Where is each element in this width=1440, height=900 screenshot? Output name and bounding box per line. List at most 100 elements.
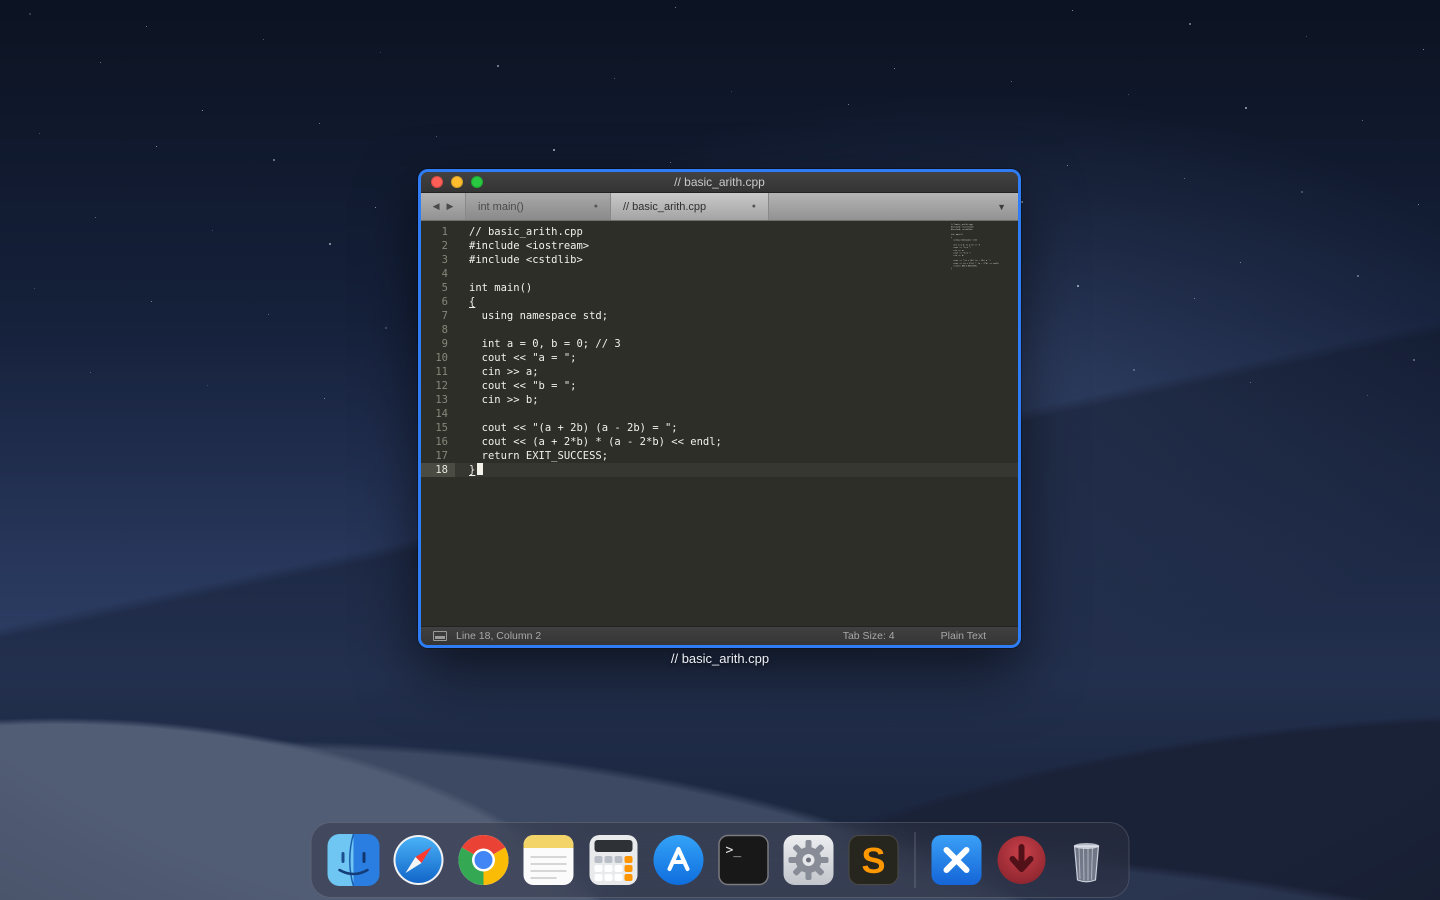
dock: >_ S <box>311 822 1130 898</box>
dock-item-app-store[interactable] <box>651 832 707 888</box>
code-line[interactable]: 6{ <box>421 295 1018 309</box>
code-line[interactable]: 11 cin >> a; <box>421 365 1018 379</box>
code-line[interactable]: 1// basic_arith.cpp <box>421 225 1018 239</box>
code-text: return EXIT_SUCCESS; <box>469 449 608 463</box>
chrome-icon <box>456 832 512 888</box>
dock-item-finder[interactable] <box>326 832 382 888</box>
syntax-setting[interactable]: Plain Text <box>941 630 986 642</box>
tab-size-setting[interactable]: Tab Size: 4 <box>843 630 895 642</box>
code-line[interactable]: 8 <box>421 323 1018 337</box>
code-line[interactable]: 14 <box>421 407 1018 421</box>
dock-item-calculator[interactable] <box>586 832 642 888</box>
cursor-position: Line 18, Column 2 <box>456 630 541 642</box>
tab-basic-arith[interactable]: // basic_arith.cpp ● <box>611 193 769 220</box>
overview-panel-icon[interactable] <box>433 631 447 641</box>
sublime-letter: S <box>861 840 885 881</box>
window-caption: // basic_arith.cpp <box>0 651 1440 666</box>
line-number[interactable]: 6 <box>421 295 455 309</box>
dock-item-safari[interactable] <box>391 832 447 888</box>
status-right: Tab Size: 4 Plain Text <box>843 630 1016 642</box>
line-number[interactable]: 8 <box>421 323 455 337</box>
code-line[interactable]: 13 cin >> b; <box>421 393 1018 407</box>
dock-item-notes[interactable] <box>521 832 577 888</box>
code-line[interactable]: 12 cout << "b = "; <box>421 379 1018 393</box>
line-number[interactable]: 17 <box>421 449 455 463</box>
text-caret <box>477 463 483 475</box>
traffic-lights <box>431 172 483 192</box>
app-store-icon <box>651 832 707 888</box>
code-line[interactable]: 4 <box>421 267 1018 281</box>
code-editor[interactable]: 1// basic_arith.cpp2#include <iostream>3… <box>421 221 1018 626</box>
code-text: #include <cstdlib> <box>469 253 583 267</box>
line-number[interactable]: 5 <box>421 281 455 295</box>
tab-label: int main() <box>478 201 524 213</box>
line-number[interactable]: 7 <box>421 309 455 323</box>
terminal-prompt-glyph: >_ <box>726 843 742 858</box>
line-number[interactable]: 1 <box>421 225 455 239</box>
sublime-text-window: // basic_arith.cpp ◀ ▶ int main() ● // b… <box>418 169 1021 648</box>
dock-separator <box>915 832 916 888</box>
minimize-button[interactable] <box>451 176 463 188</box>
code-line[interactable]: 7 using namespace std; <box>421 309 1018 323</box>
sublime-text-icon: S <box>846 832 902 888</box>
forward-icon[interactable]: ▶ <box>447 201 454 212</box>
tab-bar: ◀ ▶ int main() ● // basic_arith.cpp ● ▼ <box>421 193 1018 221</box>
window-titlebar[interactable]: // basic_arith.cpp <box>421 172 1018 193</box>
code-text: int main() <box>469 281 532 295</box>
line-number[interactable]: 12 <box>421 379 455 393</box>
code-text: cout << (a + 2*b) * (a - 2*b) << endl; <box>469 435 722 449</box>
zoom-button[interactable] <box>471 176 483 188</box>
code-line[interactable]: 15 cout << "(a + 2b) (a - 2b) = "; <box>421 421 1018 435</box>
tab-modified-icon[interactable]: ● <box>752 203 756 210</box>
minimap-content: // basic_arith.cpp #include <iostream> #… <box>951 223 964 270</box>
line-number[interactable]: 9 <box>421 337 455 351</box>
code-line[interactable]: 16 cout << (a + 2*b) * (a - 2*b) << endl… <box>421 435 1018 449</box>
dock-item-trash[interactable] <box>1059 832 1115 888</box>
line-number[interactable]: 15 <box>421 421 455 435</box>
code-text: int a = 0, b = 0; // 3 <box>469 337 621 351</box>
tab-label: // basic_arith.cpp <box>623 201 706 213</box>
code-line[interactable]: 10 cout << "a = "; <box>421 351 1018 365</box>
tab-modified-icon[interactable]: ● <box>594 203 598 210</box>
dock-item-red-app[interactable] <box>994 832 1050 888</box>
line-number[interactable]: 4 <box>421 267 455 281</box>
line-number[interactable]: 3 <box>421 253 455 267</box>
code-text: cin >> a; <box>469 365 539 379</box>
tab-overflow-icon[interactable]: ▼ <box>997 202 1006 212</box>
code-line[interactable]: 9 int a = 0, b = 0; // 3 <box>421 337 1018 351</box>
window-title: // basic_arith.cpp <box>421 175 1018 189</box>
code-text: cin >> b; <box>469 393 539 407</box>
code-text: { <box>469 295 475 309</box>
code-text: cout << "b = "; <box>469 379 576 393</box>
tab-nav-arrows: ◀ ▶ <box>421 193 465 220</box>
back-icon[interactable]: ◀ <box>433 201 440 212</box>
code-text: cout << "a = "; <box>469 351 576 365</box>
tab-int-main[interactable]: int main() ● <box>465 193 611 220</box>
line-number[interactable]: 18 <box>421 463 455 477</box>
calculator-icon <box>586 832 642 888</box>
dock-item-system-preferences[interactable] <box>781 832 837 888</box>
code-line[interactable]: 18} <box>421 463 1018 477</box>
close-button[interactable] <box>431 176 443 188</box>
line-number[interactable]: 16 <box>421 435 455 449</box>
code-text: #include <iostream> <box>469 239 589 253</box>
code-line[interactable]: 2 #include <iostream> <box>421 239 1018 253</box>
dock-item-chrome[interactable] <box>456 832 512 888</box>
line-number[interactable]: 10 <box>421 351 455 365</box>
minimap[interactable]: // basic_arith.cpp #include <iostream> #… <box>951 223 1017 287</box>
line-number[interactable]: 13 <box>421 393 455 407</box>
code-text: cout << "(a + 2b) (a - 2b) = "; <box>469 421 678 435</box>
trash-icon <box>1059 832 1115 888</box>
dock-item-terminal[interactable]: >_ <box>716 832 772 888</box>
code-text: using namespace std; <box>469 309 608 323</box>
code-line[interactable]: 17 return EXIT_SUCCESS; <box>421 449 1018 463</box>
dock-item-sublime-text[interactable]: S <box>846 832 902 888</box>
line-number[interactable]: 2 <box>421 239 455 253</box>
code-line[interactable]: 3 #include <cstdlib> <box>421 253 1018 267</box>
tab-bar-spacer <box>769 193 997 220</box>
line-number[interactable]: 11 <box>421 365 455 379</box>
code-line[interactable]: 5 int main() <box>421 281 1018 295</box>
code-lines: 1// basic_arith.cpp2#include <iostream>3… <box>421 225 1018 477</box>
line-number[interactable]: 14 <box>421 407 455 421</box>
dock-item-blue-app[interactable] <box>929 832 985 888</box>
